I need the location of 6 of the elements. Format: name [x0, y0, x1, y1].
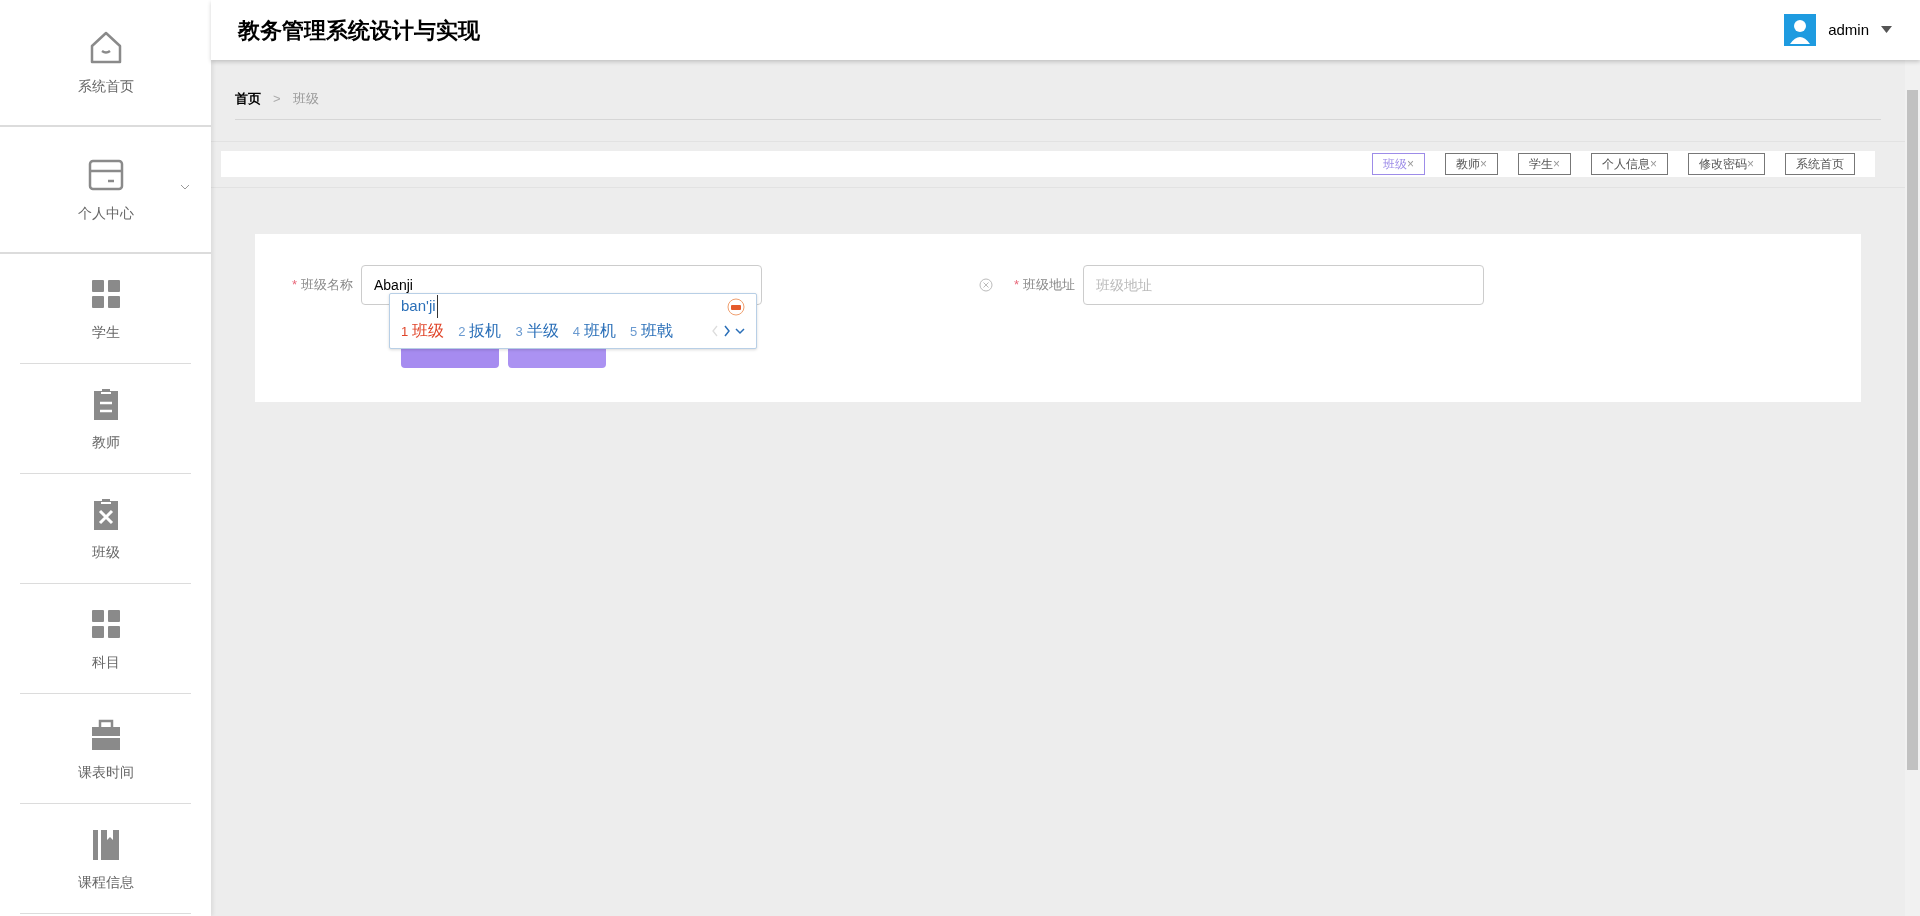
breadcrumb-separator: >: [273, 90, 281, 108]
field-label: * 班级名称: [290, 275, 353, 294]
breadcrumb-item: 班级: [292, 90, 319, 108]
ime-composition: ban'ji: [401, 295, 438, 318]
field-label: * 班级地址: [1012, 275, 1075, 294]
app-title: 教务管理系统设计与实现: [238, 16, 480, 45]
